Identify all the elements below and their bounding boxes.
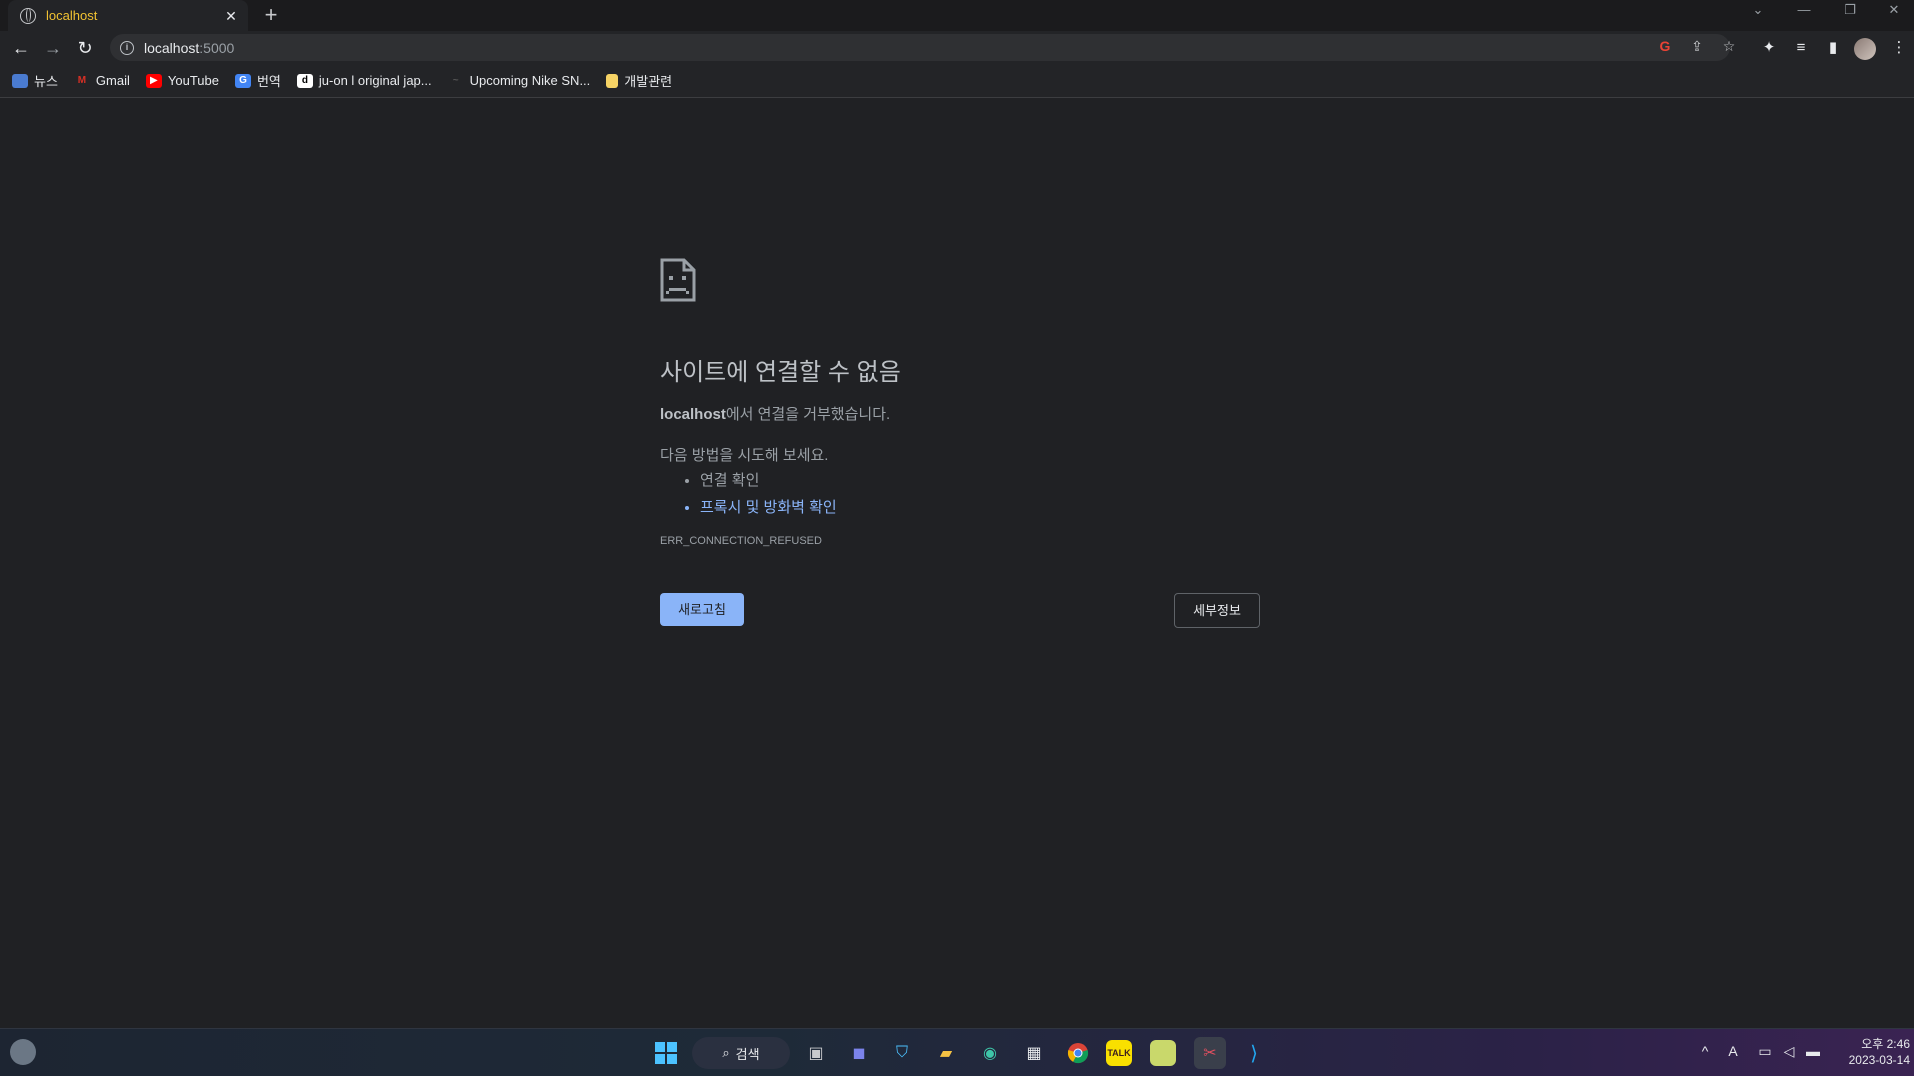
bookmark-translate[interactable]: G 번역 bbox=[234, 71, 281, 90]
sad-document-icon bbox=[660, 258, 696, 302]
vscode-icon[interactable]: ⟩ bbox=[1238, 1037, 1270, 1069]
network-icon[interactable]: ▭ bbox=[1754, 1043, 1776, 1060]
globe-icon bbox=[20, 7, 36, 24]
share-icon[interactable]: ⇪ bbox=[1686, 35, 1708, 57]
error-title: 사이트에 연결할 수 없음 bbox=[660, 359, 901, 386]
system-clock[interactable]: 오후 2:46 2023-03-14 bbox=[1830, 1036, 1910, 1068]
details-button[interactable]: 세부정보 bbox=[1174, 593, 1260, 628]
bookmark-label: Upcoming Nike SN... bbox=[469, 73, 591, 88]
bookmark-news[interactable]: 뉴스 bbox=[12, 71, 58, 90]
tab-title: localhost bbox=[46, 8, 98, 23]
folder-icon bbox=[606, 73, 619, 88]
menu-kebab-icon[interactable]: ⋮ bbox=[1886, 35, 1912, 61]
suggestions-heading: 다음 방법을 시도해 보세요. bbox=[660, 447, 829, 464]
error-host: localhost bbox=[660, 406, 726, 423]
tab-search-chevron-icon[interactable]: ⌄ bbox=[1738, 0, 1778, 20]
side-panel-icon[interactable]: ▮ bbox=[1820, 35, 1846, 61]
bookmark-label: YouTube bbox=[167, 73, 219, 88]
weather-widget-icon[interactable] bbox=[10, 1039, 36, 1065]
bookmark-label: 뉴스 bbox=[34, 74, 58, 89]
url-host: localhost bbox=[144, 39, 200, 56]
clock-time: 오후 2:46 bbox=[1861, 1037, 1910, 1051]
bookmark-juon[interactable]: d ju-on l original jap... bbox=[296, 73, 432, 88]
volume-icon[interactable]: ◁ bbox=[1778, 1043, 1800, 1060]
store-icon[interactable]: ▦ bbox=[1018, 1037, 1050, 1069]
d-icon: d bbox=[296, 73, 313, 88]
new-tab-button[interactable]: + bbox=[258, 2, 284, 28]
close-window-button[interactable]: ✕ bbox=[1874, 0, 1914, 20]
taskbar-search-label: 검색 bbox=[735, 1046, 760, 1062]
minimize-button[interactable]: — bbox=[1784, 0, 1824, 20]
address-bar[interactable]: i localhost :5000 bbox=[110, 34, 1730, 61]
back-button[interactable]: ← bbox=[8, 35, 34, 61]
bookmark-youtube[interactable]: ▶ YouTube bbox=[145, 73, 219, 88]
bookmark-label: 번역 bbox=[256, 74, 281, 89]
file-explorer-icon[interactable]: ▰ bbox=[930, 1037, 962, 1069]
error-content: 사이트에 연결할 수 없음 localhost에서 연결을 거부했습니다. 다음… bbox=[660, 258, 1260, 547]
chat-icon[interactable]: ◼ bbox=[843, 1037, 875, 1069]
suggestions-list: 연결 확인 프록시 및 방화벽 확인 bbox=[660, 469, 1260, 517]
news-icon bbox=[12, 73, 28, 88]
gmail-icon: M bbox=[77, 74, 87, 86]
reload-page-button[interactable]: 새로고침 bbox=[660, 593, 744, 626]
taskbar-search[interactable]: ⌕ 검색 bbox=[692, 1037, 790, 1069]
nike-icon: ~ bbox=[452, 74, 459, 86]
bookmark-folder-dev[interactable]: 개발관련 bbox=[606, 71, 672, 90]
notes-app-icon[interactable] bbox=[1150, 1040, 1176, 1066]
bookmark-nike[interactable]: ~ Upcoming Nike SN... bbox=[448, 73, 591, 88]
edge-icon[interactable]: ◉ bbox=[974, 1037, 1006, 1069]
bookmarks-bar: 뉴스 M Gmail ▶ YouTube G 번역 d ju-on l orig… bbox=[0, 64, 1914, 98]
tab-strip: localhost ✕ + ⌄ — ❐ ✕ bbox=[0, 0, 1914, 31]
windows-start-icon[interactable] bbox=[650, 1037, 682, 1069]
site-info-icon[interactable]: i bbox=[120, 40, 134, 55]
snipping-tool-icon[interactable]: ✂ bbox=[1194, 1037, 1226, 1069]
extensions-icon[interactable]: ✦ bbox=[1756, 35, 1782, 61]
bookmark-star-icon[interactable]: ☆ bbox=[1718, 35, 1740, 57]
bookmark-gmail[interactable]: M Gmail bbox=[74, 73, 130, 88]
suggestion-check-connection: 연결 확인 bbox=[700, 469, 1260, 490]
clock-date: 2023-03-14 bbox=[1848, 1053, 1910, 1067]
translate-icon: G bbox=[234, 73, 251, 88]
youtube-icon: ▶ bbox=[145, 73, 162, 88]
tab-close-icon[interactable]: ✕ bbox=[222, 7, 240, 25]
restore-button[interactable]: ❐ bbox=[1830, 0, 1870, 20]
chrome-icon[interactable] bbox=[1062, 1037, 1094, 1069]
taskbar: ⌕ 검색 ▣ ◼ ⛉ ▰ ◉ ▦ TALK ✂ ⟩ ^ A ▭ ◁ ▬ 오후 2… bbox=[0, 1028, 1914, 1076]
error-desc-suffix: 에서 연결을 거부했습니다. bbox=[725, 406, 891, 423]
ime-indicator[interactable]: A bbox=[1722, 1043, 1744, 1059]
tray-chevron-up-icon[interactable]: ^ bbox=[1694, 1043, 1716, 1059]
error-description: localhost에서 연결을 거부했습니다. bbox=[660, 403, 1260, 424]
profile-avatar[interactable] bbox=[1854, 38, 1876, 60]
error-code: ERR_CONNECTION_REFUSED bbox=[660, 535, 822, 547]
reload-button[interactable]: ↻ bbox=[72, 35, 98, 61]
browser-toolbar: ← → ↻ i localhost :5000 G ⇪ ☆ ✦ ≡ ▮ ⋮ bbox=[0, 31, 1914, 64]
bookmark-label: 개발관련 bbox=[624, 74, 673, 89]
bookmark-label: Gmail bbox=[95, 73, 130, 88]
task-view-icon[interactable]: ▣ bbox=[800, 1037, 832, 1069]
search-icon: ⌕ bbox=[722, 1045, 730, 1060]
url-port: :5000 bbox=[199, 39, 235, 56]
forward-button[interactable]: → bbox=[40, 35, 66, 61]
media-queue-icon[interactable]: ≡ bbox=[1788, 35, 1814, 61]
battery-icon[interactable]: ▬ bbox=[1802, 1043, 1824, 1059]
tab-localhost[interactable]: localhost ✕ bbox=[8, 0, 248, 31]
google-lens-icon[interactable]: G bbox=[1654, 35, 1676, 57]
shield-icon[interactable]: ⛉ bbox=[886, 1037, 918, 1069]
kakaotalk-icon[interactable]: TALK bbox=[1106, 1040, 1132, 1066]
bookmark-label: ju-on l original jap... bbox=[318, 73, 432, 88]
suggestion-check-proxy-link[interactable]: 프록시 및 방화벽 확인 bbox=[700, 496, 1260, 517]
